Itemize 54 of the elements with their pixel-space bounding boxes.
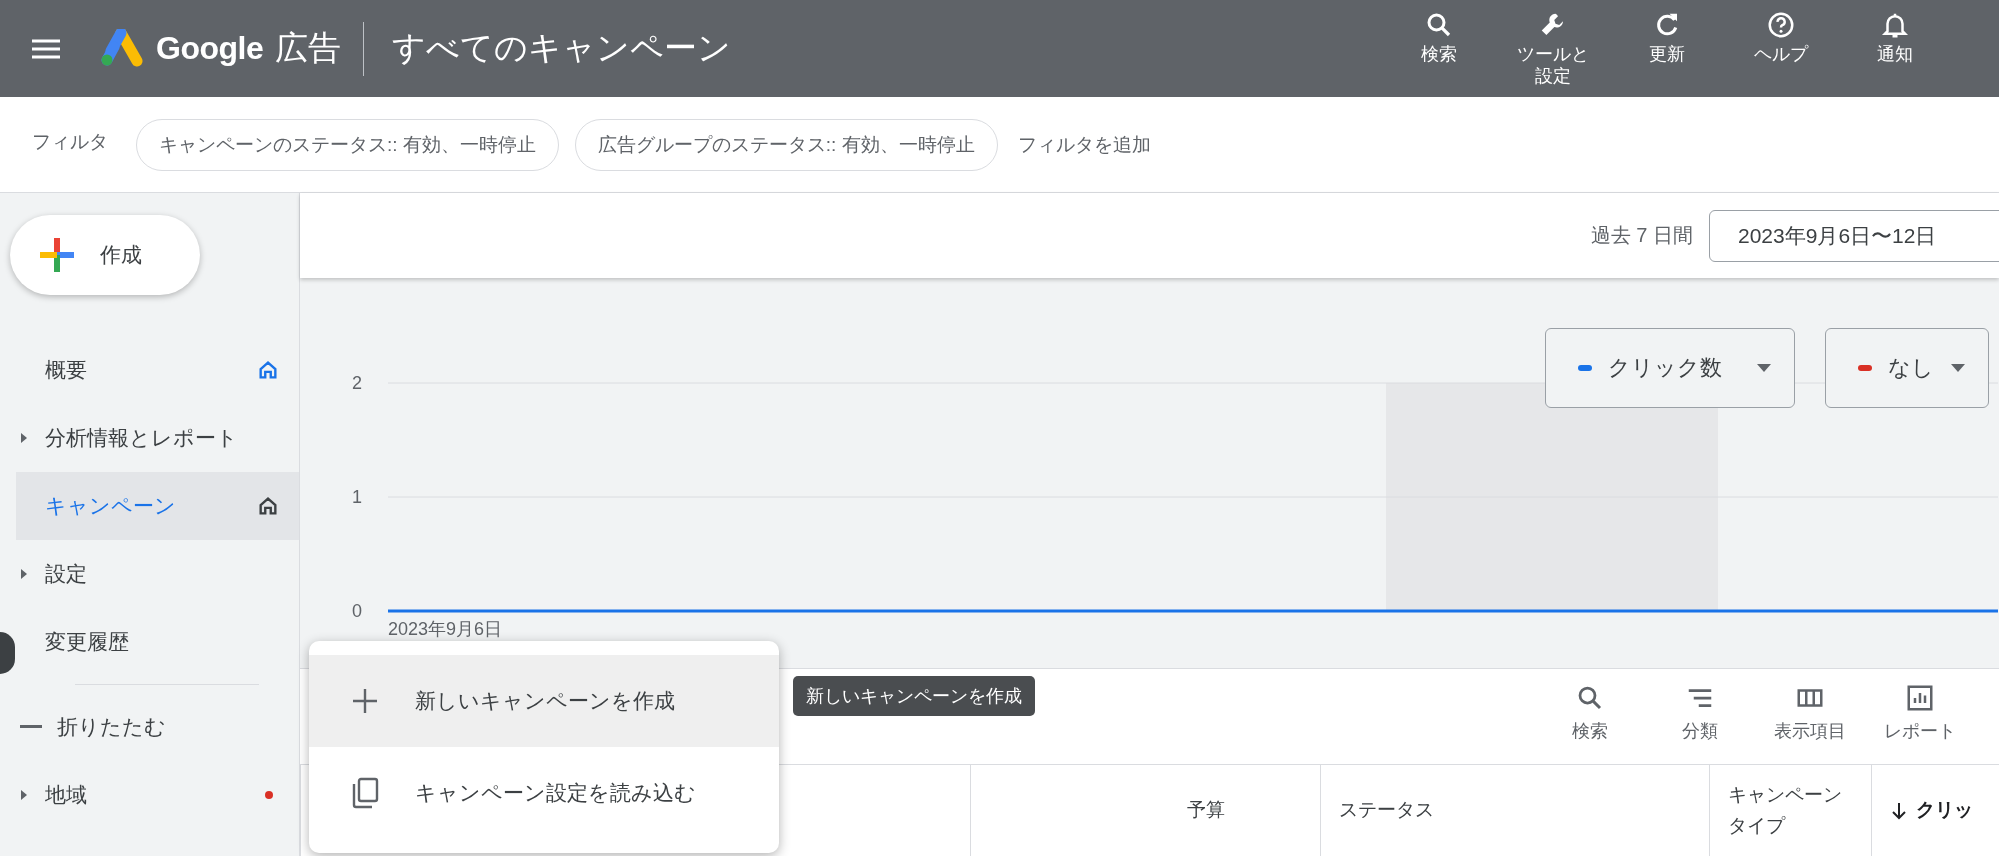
plus-icon: [351, 687, 379, 715]
bar-chart-icon: [1905, 683, 1935, 713]
expand-arrow-icon: [20, 789, 28, 801]
date-preset-label: 過去 7 日間: [1590, 223, 1693, 248]
caret-icon: [1756, 363, 1772, 373]
header-action-button[interactable]: ツールと設定: [1501, 0, 1605, 89]
metric-dropdown[interactable]: クリック数: [1545, 328, 1795, 408]
metric-dropdown[interactable]: なし: [1825, 328, 1989, 408]
menu-item[interactable]: 新しいキャンペーンを作成: [309, 655, 779, 747]
column-header[interactable]: 予算: [1187, 795, 1225, 826]
sidebar-item[interactable]: 設定: [16, 540, 299, 608]
table-tool-button[interactable]: 表示項目: [1759, 669, 1861, 764]
caret-icon: [1950, 363, 1966, 373]
page-title: すべてのキャンペーン: [392, 28, 732, 68]
filter-chip[interactable]: 広告グループのステータス:: 有効、一時停止: [574, 118, 998, 171]
copy-icon: [351, 777, 379, 809]
home-icon: [257, 359, 279, 381]
header-action-button[interactable]: 検索: [1387, 0, 1491, 89]
add-filter-link[interactable]: フィルタを追加: [1017, 131, 1151, 158]
sidebar-item[interactable]: 分析情報とレポート: [16, 404, 299, 472]
x-axis-label: 2023年9月6日: [388, 619, 503, 639]
product-name: 広告: [275, 28, 342, 68]
header-action-button[interactable]: 通知: [1843, 0, 1947, 89]
table-tool-button[interactable]: 検索: [1539, 669, 1641, 764]
table-tool-button[interactable]: 分類: [1649, 669, 1751, 764]
sidebar-item[interactable]: 概要: [16, 336, 299, 404]
create-button[interactable]: 作成: [10, 215, 200, 295]
y-axis-label: 1: [352, 487, 362, 507]
plus-icon: [40, 238, 74, 272]
sidebar-item[interactable]: キャンペーン: [16, 472, 299, 540]
menu-item[interactable]: キャンペーン設定を読み込む: [309, 747, 779, 839]
expand-arrow-icon: [20, 432, 28, 444]
metric-label: なし: [1888, 354, 1934, 382]
column-header[interactable]: クリッ: [1916, 795, 1973, 826]
y-axis-label: 0: [352, 601, 362, 621]
header-action-button[interactable]: ヘルプ: [1729, 0, 1833, 89]
sidebar-item[interactable]: 折りたたむ: [16, 693, 299, 761]
minus-icon: [20, 725, 42, 729]
date-range-field[interactable]: 2023年9月6日〜12日: [1709, 209, 1999, 262]
y-axis-label: 2: [352, 373, 362, 393]
sidebar-item[interactable]: 地域: [16, 761, 299, 829]
tooltip: 新しいキャンペーンを作成: [793, 676, 1035, 716]
table-tool-button[interactable]: レポート: [1869, 669, 1971, 764]
column-header[interactable]: ステータス: [1339, 795, 1434, 826]
filter-chip[interactable]: キャンペーンのステータス:: 有効、一時停止: [136, 118, 559, 171]
header-action-button[interactable]: 更新: [1615, 0, 1719, 89]
filter-label: フィルタ: [32, 130, 108, 154]
expand-arrow-icon: [20, 568, 28, 580]
help-icon: [1766, 10, 1796, 40]
column-header[interactable]: キャンペーンタイプ: [1728, 780, 1848, 841]
home-icon: [257, 495, 279, 517]
sidebar-item[interactable]: 変更履歴: [16, 608, 299, 676]
metric-label: クリック数: [1608, 354, 1722, 382]
brand-name: Google: [156, 30, 264, 67]
